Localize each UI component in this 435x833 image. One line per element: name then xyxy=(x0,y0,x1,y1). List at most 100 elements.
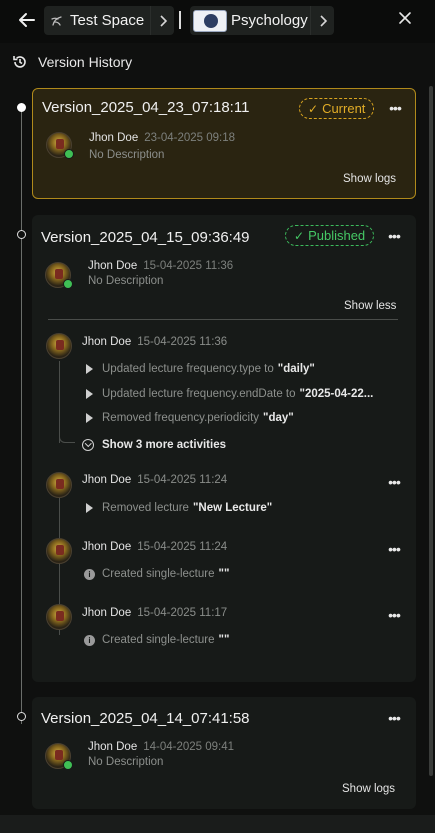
more-options-icon[interactable]: ••• xyxy=(384,229,404,243)
author-name: Jhon Doe xyxy=(89,132,139,144)
arrow-left-icon[interactable] xyxy=(18,10,36,30)
avatar xyxy=(46,538,72,564)
more-options-icon[interactable]: ••• xyxy=(384,542,404,556)
log-author-name: Jhon Doe xyxy=(82,336,132,348)
activity-text: Removed lecture xyxy=(102,502,189,514)
status-badge-label: Published xyxy=(308,228,366,243)
version-title: Version_2025_04_15_09:36:49 xyxy=(41,229,250,246)
log-date: 15-04-2025 11:17 xyxy=(137,607,228,619)
activity-text: Updated lecture frequency.endDate to xyxy=(102,388,296,400)
log-thread-line xyxy=(59,361,60,443)
activity-value: "2025-04-22... xyxy=(299,388,374,400)
avatar xyxy=(45,743,73,770)
show-logs-button[interactable]: Show logs xyxy=(342,783,395,795)
log-author-line: Jhon Doe 15-04-2025 11:17 xyxy=(82,607,227,619)
version-title: Version_2025_04_23_07:18:11 xyxy=(42,99,250,116)
breadcrumb-space[interactable]: Test Space xyxy=(44,6,174,35)
version-card[interactable]: Version_2025_04_14_07:41:58 ••• Jhon Doe… xyxy=(32,697,416,809)
chevron-right-icon[interactable] xyxy=(310,6,334,35)
activity-text: Updated lecture frequency.type to xyxy=(102,363,274,375)
author-date: 15-04-2025 11:36 xyxy=(143,260,234,272)
divider xyxy=(48,319,398,320)
space-icon xyxy=(44,14,70,28)
log-date: 15-04-2025 11:24 xyxy=(137,541,228,553)
breadcrumb-space-label: Test Space xyxy=(70,12,145,29)
thread-elbow xyxy=(59,433,75,443)
activity-text: Created single-lecture xyxy=(102,568,215,580)
timeline-node xyxy=(17,712,26,721)
close-icon[interactable] xyxy=(396,10,414,30)
play-icon xyxy=(86,503,93,513)
log-author-name: Jhon Doe xyxy=(82,474,132,486)
log-author-name: Jhon Doe xyxy=(82,541,132,553)
show-more-label: Show 3 more activities xyxy=(102,439,226,451)
avatar xyxy=(46,333,72,359)
version-card-current[interactable]: Version_2025_04_23_07:18:11 ✓ Current ••… xyxy=(32,88,416,199)
check-icon: ✓ xyxy=(308,101,319,116)
avatar xyxy=(46,472,72,498)
play-icon xyxy=(86,389,93,399)
info-icon: i xyxy=(84,634,95,646)
activity-value: "daily" xyxy=(277,363,315,375)
avatar xyxy=(46,604,72,630)
log-author-line: Jhon Doe 15-04-2025 11:24 xyxy=(82,474,227,486)
more-options-icon[interactable]: ••• xyxy=(384,711,404,725)
version-description: No Description xyxy=(89,149,165,161)
version-card-published[interactable]: Version_2025_04_15_09:36:49 ✓ Published … xyxy=(32,215,416,682)
author-date: 23-04-2025 09:18 xyxy=(144,132,236,144)
scrollbar[interactable] xyxy=(429,86,433,776)
activity-text: Removed frequency.periodicity xyxy=(102,412,260,424)
breadcrumb-course[interactable]: Psychology xyxy=(190,6,334,35)
play-icon xyxy=(86,364,93,374)
more-options-icon[interactable]: ••• xyxy=(384,475,404,489)
author-line: Jhon Doe 14-04-2025 09:41 xyxy=(88,741,234,753)
log-date: 15-04-2025 11:24 xyxy=(137,474,228,486)
version-title: Version_2025_04_14_07:41:58 xyxy=(41,710,250,727)
log-date: 15-04-2025 11:36 xyxy=(137,336,228,348)
activity-value: "day" xyxy=(263,412,294,424)
author-name: Jhon Doe xyxy=(88,741,138,753)
version-description: No Description xyxy=(88,756,164,768)
avatar xyxy=(46,132,74,159)
more-options-icon[interactable]: ••• xyxy=(385,101,405,115)
history-icon xyxy=(12,54,28,70)
breadcrumb-separator xyxy=(179,11,181,29)
activity-value: "" xyxy=(218,568,230,580)
author-name: Jhon Doe xyxy=(88,260,138,272)
log-author-line: Jhon Doe 15-04-2025 11:24 xyxy=(82,541,227,553)
show-more-activities-button[interactable]: Show 3 more activities xyxy=(82,439,226,451)
status-badge-current: ✓ Current xyxy=(299,98,375,119)
timeline-line xyxy=(21,104,22,724)
course-logo xyxy=(193,9,227,32)
author-line: Jhon Doe 15-04-2025 11:36 xyxy=(88,260,233,272)
author-line: Jhon Doe 23-04-2025 09:18 xyxy=(89,132,235,144)
activity-item: Removed frequency.periodicity "day" xyxy=(86,412,294,424)
author-date: 14-04-2025 09:41 xyxy=(143,741,235,753)
log-author-line: Jhon Doe 15-04-2025 11:36 xyxy=(82,336,227,348)
version-history-header: Version History xyxy=(12,52,132,72)
breadcrumb-course-label: Psychology xyxy=(231,12,308,29)
activity-item: i Created single-lecture "" xyxy=(84,634,229,646)
more-options-icon[interactable]: ••• xyxy=(384,608,404,622)
activity-text: Created single-lecture xyxy=(102,634,215,646)
log-author-name: Jhon Doe xyxy=(82,607,132,619)
activity-item: Updated lecture frequency.endDate to "202… xyxy=(86,388,373,400)
activity-value: "" xyxy=(218,634,230,646)
version-history-title: Version History xyxy=(38,54,133,70)
timeline-node xyxy=(17,103,26,112)
timeline-node xyxy=(17,230,26,239)
status-badge-published: ✓ Published xyxy=(285,225,375,246)
chevron-down-circle-icon xyxy=(82,439,94,451)
play-icon xyxy=(86,413,93,423)
chevron-right-icon[interactable] xyxy=(150,6,174,35)
bottom-strip xyxy=(0,815,435,833)
show-less-button[interactable]: Show less xyxy=(344,300,396,312)
activity-value: "New Lecture" xyxy=(192,502,273,514)
check-icon: ✓ xyxy=(294,228,305,243)
info-icon: i xyxy=(84,568,95,580)
activity-item: Updated lecture frequency.type to "daily" xyxy=(86,363,315,375)
top-bar: Test Space Psychology xyxy=(0,0,435,43)
status-badge-label: Current xyxy=(322,101,366,116)
avatar xyxy=(45,262,73,289)
show-logs-button[interactable]: Show logs xyxy=(343,173,396,185)
